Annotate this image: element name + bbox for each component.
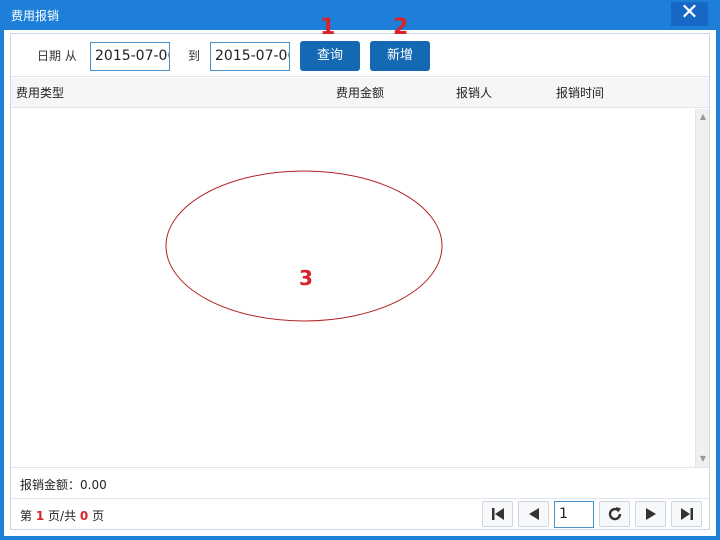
date-from-label: 日期 从	[37, 49, 77, 63]
next-page-button[interactable]	[635, 501, 666, 527]
next-page-icon	[645, 508, 656, 520]
prev-page-icon	[528, 508, 539, 520]
prev-page-button[interactable]	[518, 501, 549, 527]
first-page-icon	[491, 508, 504, 520]
add-button[interactable]: 新增	[370, 41, 430, 71]
date-from-input[interactable]: 2015-07-06	[90, 42, 170, 71]
scroll-up-icon[interactable]: ▲	[699, 113, 707, 121]
pagination-bar: 第 1 页/共 0 页 1	[11, 498, 709, 529]
current-page-number: 1	[35, 509, 45, 523]
date-to-label: 到	[188, 49, 201, 63]
column-header-time[interactable]: 报销时间	[556, 86, 604, 100]
total-amount: 报销金额：0.00	[20, 478, 107, 492]
column-header-claimant[interactable]: 报销人	[456, 86, 492, 100]
close-button[interactable]: ✕	[671, 2, 708, 26]
annotation-marker-2: 2	[393, 15, 409, 40]
vertical-scrollbar[interactable]: ▲ ▼	[695, 109, 709, 467]
scroll-down-icon[interactable]: ▼	[699, 455, 707, 463]
refresh-icon	[608, 507, 621, 521]
column-header-amount[interactable]: 费用金额	[336, 86, 384, 100]
page-info-prefix: 第	[20, 509, 33, 523]
page-info: 第 1 页/共 0 页	[20, 509, 104, 523]
total-amount-label: 报销金额：	[20, 478, 81, 492]
close-icon: ✕	[680, 0, 699, 25]
summary-bar: 报销金额：0.00	[11, 467, 709, 498]
annotation-marker-1: 1	[320, 15, 336, 40]
column-header-type[interactable]: 费用类型	[16, 86, 64, 100]
total-amount-value: 0.00	[80, 478, 107, 492]
page-info-mid: 页/共	[48, 509, 77, 523]
page-info-suffix: 页	[92, 509, 105, 523]
first-page-button[interactable]	[482, 501, 513, 527]
query-button[interactable]: 查询	[300, 41, 360, 71]
titlebar: 费用报销 ✕	[0, 0, 720, 30]
last-page-button[interactable]	[671, 501, 702, 527]
filter-toolbar: 日期 从 2015-07-06 到 2015-07-06 查询 新增	[11, 34, 709, 77]
table-header: 费用类型 费用金额 报销人 报销时间	[11, 78, 709, 108]
page-number-input[interactable]: 1	[554, 501, 594, 528]
window-title: 费用报销	[11, 9, 60, 23]
annotation-marker-3: 3	[299, 266, 313, 290]
total-pages-number: 0	[79, 509, 89, 523]
refresh-button[interactable]	[599, 501, 630, 527]
date-to-input[interactable]: 2015-07-06	[210, 42, 290, 71]
last-page-icon	[680, 508, 693, 520]
annotation-ellipse	[165, 170, 443, 322]
